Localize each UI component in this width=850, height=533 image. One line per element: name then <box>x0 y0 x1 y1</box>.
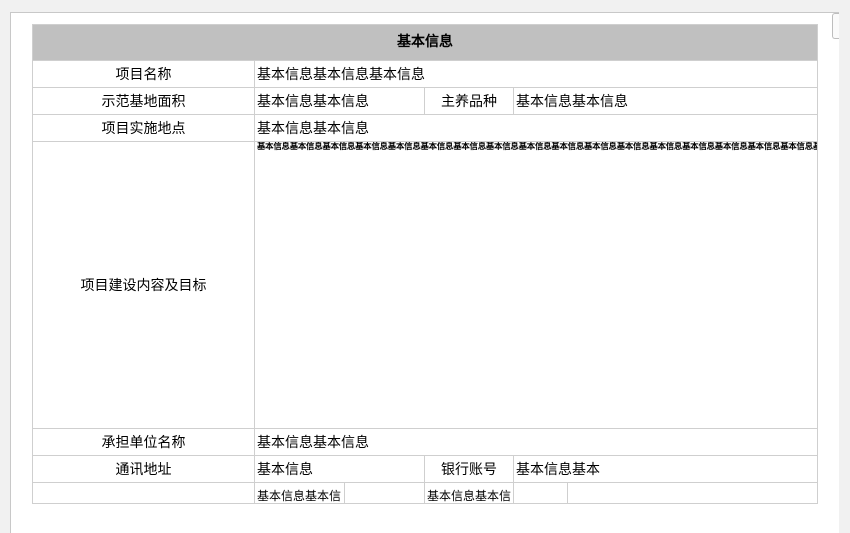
partial-label-cell <box>32 482 255 504</box>
scrollbar-stub[interactable] <box>832 13 839 39</box>
row-partial: 基本信息基本信 基本信息基本信 <box>32 482 819 504</box>
row-area: 示范基地面积 基本信息基本信息 主养品种 基本信息基本信息 <box>32 87 819 115</box>
table-title: 基本信息 <box>31 24 819 61</box>
location-label: 项目实施地点 <box>32 114 255 142</box>
row-project-name: 项目名称 基本信息基本信息基本信息 <box>32 60 819 88</box>
row-address: 通讯地址 基本信息 银行账号 基本信息基本 <box>32 455 819 483</box>
content-label: 项目建设内容及目标 <box>32 141 255 429</box>
partial-cell-4[interactable] <box>513 482 568 504</box>
partial-cell-5[interactable] <box>566 482 819 504</box>
project-name-value[interactable]: 基本信息基本信息基本信息 <box>253 60 819 88</box>
partial-value-2: 基本信息基本信 <box>427 489 512 503</box>
area-value[interactable]: 基本信息基本信息 <box>254 87 425 115</box>
content-value: 基本信息基本信息基本信息基本信息基本信息基本信息基本信息基本信息基本信息基本信息… <box>257 141 817 151</box>
row-content: 项目建设内容及目标 基本信息基本信息基本信息基本信息基本信息基本信息基本信息基本… <box>32 141 819 429</box>
species-label: 主养品种 <box>424 87 514 115</box>
partial-cell-2[interactable] <box>344 482 425 504</box>
address-value[interactable]: 基本信息 <box>254 455 425 483</box>
area-label: 示范基地面积 <box>32 87 255 115</box>
sheet-page: 基本信息 项目名称 基本信息基本信息基本信息 示范基地面积 基本信息基本信息 主… <box>10 12 839 533</box>
unit-value[interactable]: 基本信息基本信息 <box>253 428 819 456</box>
basic-info-table: 基本信息 项目名称 基本信息基本信息基本信息 示范基地面积 基本信息基本信息 主… <box>31 24 819 504</box>
partial-value-1: 基本信息基本信 <box>257 489 342 503</box>
species-value[interactable]: 基本信息基本信息 <box>512 87 819 115</box>
address-label: 通讯地址 <box>32 455 255 483</box>
partial-cell-3[interactable]: 基本信息基本信 <box>424 482 514 504</box>
location-value[interactable]: 基本信息基本信息 <box>253 114 819 142</box>
unit-label: 承担单位名称 <box>32 428 255 456</box>
project-name-label: 项目名称 <box>32 60 255 88</box>
content-cell[interactable]: 基本信息基本信息基本信息基本信息基本信息基本信息基本信息基本信息基本信息基本信息… <box>253 141 819 429</box>
bank-account-label: 银行账号 <box>424 455 514 483</box>
partial-cell-1[interactable]: 基本信息基本信 <box>254 482 345 504</box>
bank-account-value[interactable]: 基本信息基本 <box>512 455 819 483</box>
row-unit: 承担单位名称 基本信息基本信息 <box>32 428 819 456</box>
row-location: 项目实施地点 基本信息基本信息 <box>32 114 819 142</box>
